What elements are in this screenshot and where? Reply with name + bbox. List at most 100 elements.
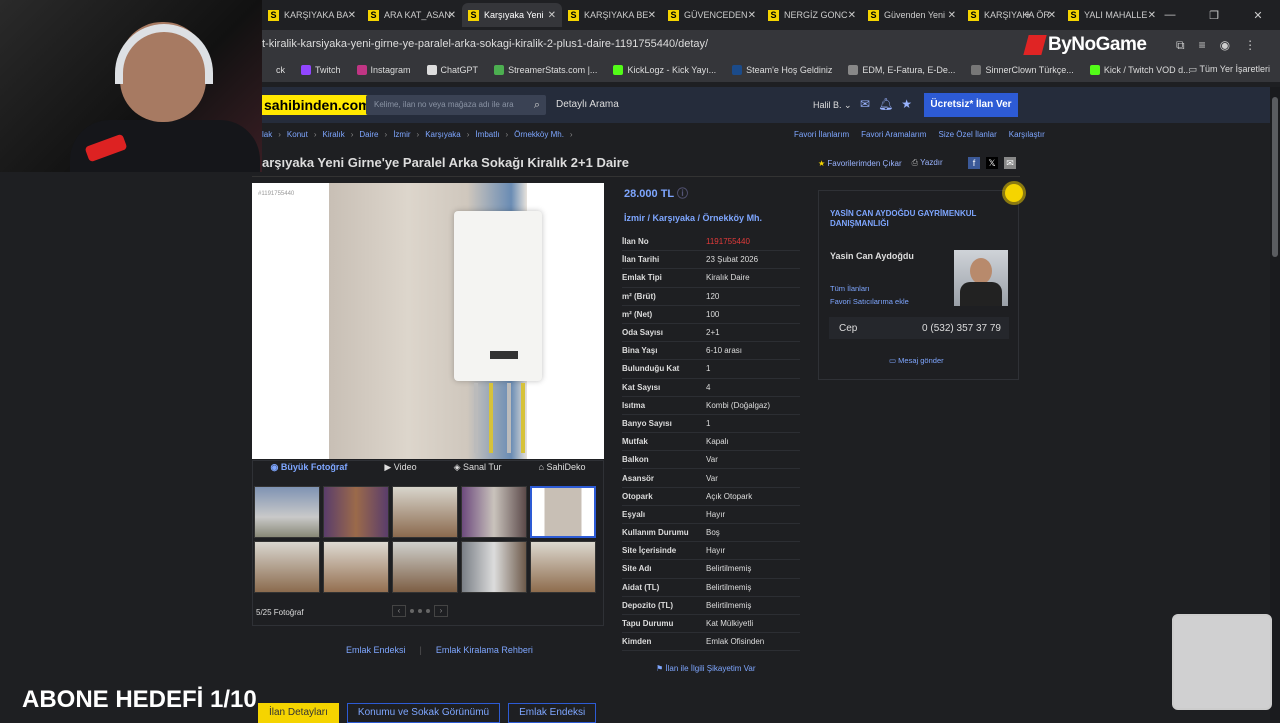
bookmark-item[interactable]: Twitch [301, 65, 341, 75]
minimize-icon[interactable]: — [1148, 9, 1192, 21]
page-dot[interactable] [410, 609, 414, 613]
thumbnail[interactable] [392, 541, 458, 593]
menu-icon[interactable]: ⋮ [1244, 38, 1256, 53]
thumbnail[interactable] [323, 541, 389, 593]
browser-tab[interactable]: S NERGİZ GONC ✕ [762, 3, 862, 27]
breadcrumb-item[interactable]: İmbatlı [475, 130, 499, 139]
close-tab-icon[interactable]: ✕ [548, 10, 556, 21]
bookmark-item[interactable]: SinnerClown Türkçe... [971, 65, 1074, 75]
extensions-icon[interactable]: ⧉ [1176, 38, 1185, 53]
thumbnail[interactable] [461, 486, 527, 538]
info-icon[interactable]: ⓘ [677, 188, 688, 200]
tab-virtual-tour[interactable]: ◈ Sanal Tur [454, 462, 502, 480]
close-tab-icon[interactable]: ✕ [948, 10, 956, 21]
browser-tab[interactable]: S Karşıyaka Yeni ✕ [462, 3, 562, 27]
quick-link[interactable]: Size Özel İlanlar [938, 130, 996, 139]
bookmark-item[interactable]: Instagram [356, 65, 411, 75]
close-window-icon[interactable]: ✕ [1236, 9, 1280, 22]
breadcrumb-item[interactable]: Örnekköy Mh. [514, 130, 564, 139]
complaint-link[interactable]: ⚑ İlan ile İlgili Şikayetim Var [656, 664, 756, 673]
bookmark-icon [301, 65, 311, 75]
phone-number[interactable]: 0 (532) 357 37 79 [922, 323, 1001, 334]
page-dot[interactable] [418, 609, 422, 613]
new-tab-icon[interactable]: + [1006, 9, 1050, 21]
bookmark-item[interactable]: KickLogz - Kick Yayı... [613, 65, 716, 75]
breadcrumb-item[interactable]: lak [262, 130, 272, 139]
user-menu[interactable]: Halil B. ⌄ [813, 100, 852, 111]
site-logo[interactable]: sahibinden.com [260, 95, 375, 115]
browser-tab[interactable]: S YALI MAHALLE ✕ [1062, 3, 1162, 27]
tab-location[interactable]: Konumu ve Sokak Görünümü [346, 703, 501, 723]
x-icon[interactable]: 𝕏 [986, 157, 998, 169]
close-tab-icon[interactable]: ✕ [848, 10, 856, 21]
thumbnail[interactable] [323, 486, 389, 538]
print-link[interactable]: ⎙ Yazdır [912, 158, 943, 168]
prev-page-icon[interactable]: ‹ [392, 605, 406, 617]
mail-icon[interactable]: ✉ [860, 97, 870, 111]
tab-big-photo[interactable]: ◉ Büyük Fotoğraf [270, 462, 347, 480]
favorite-remove-link[interactable]: ★ Favorilerimden Çıkar [818, 159, 902, 168]
breadcrumb-item[interactable]: Karşıyaka [425, 130, 461, 139]
all-bookmarks[interactable]: ▭ Tüm Yer İşaretleri [1189, 64, 1270, 75]
thumbnail-selected[interactable] [530, 486, 596, 538]
browser-tab[interactable]: S KARŞIYAKA BA ✕ [262, 3, 362, 27]
quick-link[interactable]: Favori Aramalarım [861, 130, 926, 139]
detail-key: Site İçerisinde [622, 546, 677, 556]
location-link[interactable]: İzmir / Karşıyaka / Örnekköy Mh. [624, 213, 762, 223]
close-tab-icon[interactable]: ✕ [748, 10, 756, 21]
thumbnail[interactable] [254, 486, 320, 538]
rental-guide-link[interactable]: Emlak Kiralama Rehberi [436, 645, 533, 655]
bookmark-label: SinnerClown Türkçe... [985, 65, 1074, 75]
browser-tab[interactable]: S GÜVENCEDEN ✕ [662, 3, 762, 27]
scrollbar-thumb[interactable] [1272, 97, 1278, 257]
send-message-link[interactable]: ▭ Mesaj gönder [889, 356, 944, 365]
bookmark-item[interactable]: Steam'e Hoş Geldiniz [732, 65, 832, 75]
browser-tab[interactable]: S KARŞIYAKA BE ✕ [562, 3, 662, 27]
facebook-icon[interactable]: f [968, 157, 980, 169]
media-icon[interactable]: ≡ [1199, 38, 1206, 53]
quick-link[interactable]: Favori İlanlarım [794, 130, 849, 139]
tab-sahideko[interactable]: ⌂ SahiDeko [539, 462, 586, 480]
email-share-icon[interactable]: ✉ [1004, 157, 1016, 169]
tab-listing-details[interactable]: İlan Detayları [258, 703, 339, 723]
all-listings-link[interactable]: Tüm İlanları [830, 284, 870, 293]
profile-icon[interactable]: ◉ [1220, 38, 1230, 53]
quick-link[interactable]: Karşılaştır [1009, 130, 1045, 139]
browser-tab[interactable]: S Güvenden Yeni ✕ [862, 3, 962, 27]
bookmark-item[interactable]: StreamerStats.com |... [494, 65, 597, 75]
search-input[interactable]: Kelime, ilan no veya mağaza adı ile ara ⌕ [366, 95, 546, 115]
close-tab-icon[interactable]: ✕ [348, 10, 356, 21]
star-icon[interactable]: ★ [901, 97, 912, 111]
emlak-endeksi-link[interactable]: Emlak Endeksi [346, 645, 406, 655]
main-photo[interactable]: #1191755440 [252, 183, 604, 459]
browser-tab[interactable]: S ARA KAT_ASAN ✕ [362, 3, 462, 27]
breadcrumb-item[interactable]: Daire [359, 130, 378, 139]
post-listing-button[interactable]: Ücretsiz* İlan Ver [924, 93, 1018, 117]
breadcrumb-item[interactable]: Kiralık [322, 130, 344, 139]
thumbnail[interactable] [461, 541, 527, 593]
tab-video[interactable]: ▶ Video [384, 462, 416, 480]
thumbnail[interactable] [254, 541, 320, 593]
detailed-search-link[interactable]: Detaylı Arama [556, 99, 619, 110]
thumbnail[interactable] [530, 541, 596, 593]
url-text[interactable]: t-kiralik-karsiyaka-yeni-girne-ye-parale… [262, 38, 708, 50]
search-icon[interactable]: ⌕ [534, 95, 540, 115]
bookmark-item[interactable]: Kick / Twitch VOD d... [1089, 65, 1191, 75]
bookmark-item[interactable]: ck [262, 65, 285, 75]
breadcrumb-item[interactable]: Konut [287, 130, 308, 139]
close-tab-icon[interactable]: ✕ [648, 10, 656, 21]
tab-emlak-endeksi[interactable]: Emlak Endeksi [508, 703, 597, 723]
next-page-icon[interactable]: › [434, 605, 448, 617]
bookmark-item[interactable]: ChatGPT [426, 65, 478, 75]
bell-icon[interactable]: 🔔︎ [878, 97, 893, 111]
breadcrumb-item[interactable]: İzmir [393, 130, 410, 139]
detail-value: 1 [706, 364, 711, 374]
page-dot[interactable] [426, 609, 430, 613]
detail-key: Isıtma [622, 400, 646, 410]
close-tab-icon[interactable]: ✕ [448, 10, 456, 21]
agent-company[interactable]: YASİN CAN AYDOĞDU GAYRİMENKUL DANIŞMANLI… [830, 209, 990, 229]
maximize-icon[interactable]: ❐ [1192, 9, 1236, 22]
thumbnail[interactable] [392, 486, 458, 538]
bookmark-item[interactable]: EDM, E-Fatura, E-De... [848, 65, 955, 75]
add-favorite-seller-link[interactable]: Favori Satıcılarıma ekle [830, 297, 909, 306]
